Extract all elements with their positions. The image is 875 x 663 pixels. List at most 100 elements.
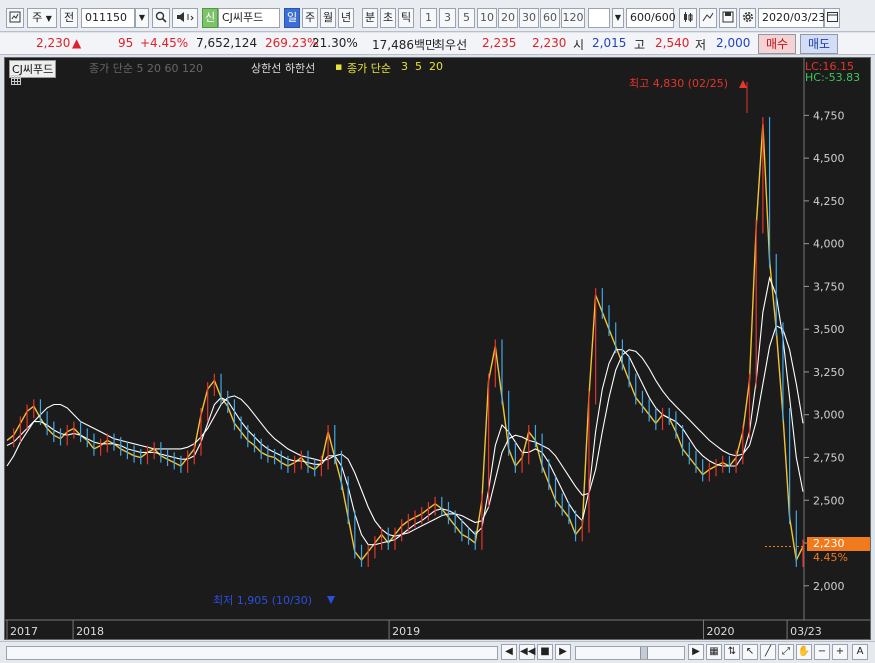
zoom-in-icon[interactable]: ⤢ [778, 644, 794, 660]
y-tick-label: 2,750 [813, 451, 845, 464]
y-tick-label: 3,000 [813, 409, 845, 422]
hts-chart-window: 주 ▼ 전 011150 ▼ 신 CJ씨푸드 일 주 월 년 분 초 틱 1 3… [0, 0, 875, 663]
prev-button[interactable]: 전 [60, 8, 78, 28]
zoom-slider[interactable] [575, 646, 685, 660]
price-chart-canvas[interactable]: 2,0002,2502,5002,7503,0003,2503,5003,750… [5, 58, 871, 640]
interval-120[interactable]: 120 [561, 8, 585, 28]
minus-icon[interactable]: − [814, 644, 830, 660]
date-input[interactable]: 2020/03/23 [758, 8, 825, 28]
y-tick-label: 2,500 [813, 494, 845, 507]
chevron-down-icon: ▼ [45, 14, 52, 23]
open-label: 시 [573, 38, 585, 52]
y-tick-label: 4,500 [813, 152, 845, 165]
quote-bar: 2,230 ▲ 95 +4.45% 7,652,124 269.23% 21.3… [0, 33, 875, 55]
interval-dropdown-icon[interactable]: ▼ [612, 8, 624, 28]
series-line-1 [6, 275, 804, 546]
y-tick-label: 2,000 [813, 580, 845, 593]
x-tick-label: 2020 [707, 625, 735, 638]
buy-button[interactable]: 매수 [758, 34, 796, 54]
search-icon[interactable] [152, 8, 170, 28]
y-tick-label: 4,250 [813, 195, 845, 208]
best-price-label: 최우선 [434, 38, 468, 52]
interval-10[interactable]: 10 [477, 8, 497, 28]
period-select[interactable]: 주 ▼ [27, 8, 57, 28]
tab-month[interactable]: 월 [320, 8, 336, 28]
up-triangle-icon: ▲ [72, 36, 82, 50]
max-price-annotation: 최고 4,830 (02/25) [629, 77, 729, 90]
interval-20[interactable]: 20 [498, 8, 518, 28]
price-change: 95 [118, 36, 134, 50]
min-price-marker [327, 596, 335, 604]
tab-tick[interactable]: 틱 [398, 8, 414, 28]
trend-line-icon[interactable]: ╱ [760, 644, 776, 660]
interval-5[interactable]: 5 [458, 8, 475, 28]
best-ask: 2,235 [482, 36, 517, 50]
data-count-field[interactable]: 600/600 [626, 8, 676, 28]
tab-week[interactable]: 주 [302, 8, 318, 28]
y-tick-label: 3,750 [813, 280, 845, 293]
legend-ma[interactable]: 종가 단순 5 20 60 120 [89, 60, 203, 76]
max-price-marker [739, 80, 747, 88]
calendar-icon[interactable] [824, 8, 840, 28]
x-tick-label: 2017 [10, 625, 38, 638]
chart-setting-icon[interactable]: ▦ [706, 644, 722, 660]
price-chart[interactable]: 2,0002,2502,5002,7503,0003,2503,5003,750… [4, 57, 871, 640]
price-change-pct: +4.45% [140, 36, 189, 50]
horizontal-scrollbar[interactable] [6, 646, 498, 660]
legend-bands[interactable]: 상한선 하한선 [251, 60, 315, 76]
y-tick-label: 3,250 [813, 366, 845, 379]
crosshair-icon[interactable]: + [832, 644, 848, 660]
scroll-right-icon[interactable]: ▶ [688, 644, 704, 660]
line-tool-icon[interactable] [699, 8, 717, 28]
legend-ma2-3[interactable]: 3 [401, 60, 408, 73]
legend-ma2-5[interactable]: 5 [415, 60, 422, 73]
legend-ma2[interactable]: 종가 단순 [347, 60, 391, 76]
legend-ma2-marker: ▪ [335, 60, 343, 73]
interval-3[interactable]: 3 [439, 8, 456, 28]
y-tick-label: 4,000 [813, 238, 845, 251]
low-label: 저 [695, 38, 707, 52]
scroll-left-icon[interactable]: ◀ [501, 644, 517, 660]
x-tick-label: 2019 [392, 625, 420, 638]
high-label: 고 [634, 38, 646, 52]
toolbar: 주 ▼ 전 011150 ▼ 신 CJ씨푸드 일 주 월 년 분 초 틱 1 3… [0, 0, 875, 32]
current-pct-tag: 4.45% [813, 551, 848, 564]
period-select-label: 주 [32, 11, 43, 24]
sound-icon[interactable] [172, 8, 198, 28]
rewind-icon[interactable]: ◀◀ [519, 644, 535, 660]
min-price-annotation: 최저 1,905 (10/30) [213, 594, 313, 607]
current-price: 2,230 [36, 36, 71, 50]
sell-button[interactable]: 매도 [800, 34, 838, 54]
current-price-tag-value: 2,230 [813, 537, 845, 550]
tab-minute[interactable]: 분 [362, 8, 378, 28]
pointer-icon[interactable]: ↖ [742, 644, 758, 660]
tab-year[interactable]: 년 [338, 8, 354, 28]
stock-name-field[interactable]: CJ씨푸드 [218, 8, 280, 28]
interval-60[interactable]: 60 [540, 8, 560, 28]
series-line-0 [6, 123, 804, 563]
hand-icon[interactable]: ✋ [796, 644, 812, 660]
low-price: 2,000 [716, 36, 751, 50]
volume: 7,652,124 [196, 36, 258, 50]
save-icon[interactable] [719, 8, 737, 28]
x-tick-label: 2018 [76, 625, 104, 638]
legend-ma2-20[interactable]: 20 [429, 60, 443, 73]
custom-interval-input[interactable] [588, 8, 610, 28]
code-dropdown-icon[interactable]: ▼ [135, 8, 149, 28]
series-line-2 [6, 325, 804, 537]
compare-icon[interactable]: ⇅ [724, 644, 740, 660]
stop-icon[interactable]: ■ [537, 644, 553, 660]
tab-day[interactable]: 일 [284, 8, 300, 28]
play-icon[interactable]: ▶ [555, 644, 571, 660]
stock-code-input[interactable]: 011150 [81, 8, 135, 28]
open-price: 2,015 [592, 36, 627, 50]
interval-30[interactable]: 30 [519, 8, 539, 28]
text-tool-icon[interactable]: A [852, 644, 868, 660]
chart-window-icon[interactable] [6, 8, 24, 28]
interval-1[interactable]: 1 [420, 8, 437, 28]
candle-type-icon[interactable] [679, 8, 697, 28]
gear-icon[interactable] [739, 8, 756, 28]
y-tick-label: 3,500 [813, 323, 845, 336]
tab-second[interactable]: 초 [380, 8, 396, 28]
zoom-slider-thumb[interactable] [640, 647, 648, 659]
